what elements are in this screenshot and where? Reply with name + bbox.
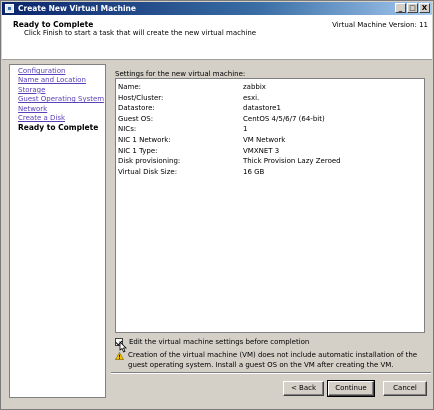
setting-key: NICs: xyxy=(118,125,137,134)
setting-value: 16 GB xyxy=(243,167,265,176)
setting-value: esxi. xyxy=(243,93,260,102)
settings-row: Name: zabbix xyxy=(118,82,422,93)
settings-row: NICs: 1 xyxy=(118,124,422,135)
setting-value: VM Network xyxy=(243,135,286,144)
app-icon xyxy=(5,4,14,13)
settings-panel: Settings for the new virtual machine: Na… xyxy=(111,64,429,371)
settings-row: Host/Cluster: esxi. xyxy=(118,93,422,104)
page-title: Ready to Complete xyxy=(13,20,94,29)
edit-settings-label[interactable]: Edit the virtual machine settings before… xyxy=(129,338,309,346)
settings-row: Virtual Disk Size: 16 GB xyxy=(118,167,422,178)
continue-button[interactable]: Continue xyxy=(327,380,375,397)
setting-value: 1 xyxy=(243,125,248,134)
title-bar-buttons: _ □ X xyxy=(395,3,430,13)
setting-key: Guest OS: xyxy=(118,114,154,123)
window-title: Create New Virtual Machine xyxy=(18,4,136,13)
warning-text: Creation of the virtual machine (VM) doe… xyxy=(128,351,418,369)
settings-row: NIC 1 Type: VMXNET 3 xyxy=(118,146,422,157)
settings-row: NIC 1 Network: VM Network xyxy=(118,135,422,146)
nav-item-create-disk[interactable]: Create a Disk xyxy=(18,114,105,123)
setting-key: NIC 1 Type: xyxy=(118,146,158,155)
warning-icon xyxy=(115,352,124,360)
minimize-button[interactable]: _ xyxy=(395,3,406,13)
setting-key: Host/Cluster: xyxy=(118,93,164,102)
setting-key: NIC 1 Network: xyxy=(118,135,171,144)
back-button[interactable]: < Back xyxy=(283,381,324,396)
settings-caption: Settings for the new virtual machine: xyxy=(115,70,246,78)
wizard-window: Create New Virtual Machine _ □ X Ready t… xyxy=(0,0,434,410)
setting-value: zabbix xyxy=(243,83,266,91)
setting-value: CentOS 4/5/6/7 (64-bit) xyxy=(243,114,325,123)
nav-item-configuration[interactable]: Configuration xyxy=(18,67,105,76)
nav-item-network[interactable]: Network xyxy=(18,105,105,114)
setting-key: Datastore: xyxy=(118,104,155,113)
wizard-header: Ready to Complete Click Finish to start … xyxy=(2,15,432,60)
footer-divider xyxy=(111,372,431,374)
setting-key: Disk provisioning: xyxy=(118,157,181,166)
nav-item-guest-os[interactable]: Guest Operating System xyxy=(18,95,105,104)
settings-row: Disk provisioning: Thick Provision Lazy Z… xyxy=(118,156,422,167)
wizard-steps-nav: Configuration Name and Location Storage … xyxy=(9,64,106,398)
edit-settings-option[interactable]: Edit the virtual machine settings before… xyxy=(115,337,309,346)
nav-item-storage[interactable]: Storage xyxy=(18,86,105,95)
setting-value: VMXNET 3 xyxy=(243,146,280,155)
setting-value: Thick Provision Lazy Zeroed xyxy=(243,157,341,166)
cancel-button[interactable]: Cancel xyxy=(383,381,427,396)
nav-item-ready-to-complete: Ready to Complete xyxy=(18,123,99,133)
nav-item-name-and-location[interactable]: Name and Location xyxy=(18,76,105,85)
setting-value: datastore1 xyxy=(243,104,281,113)
setting-key: Virtual Disk Size: xyxy=(118,167,178,176)
vm-version-label: Virtual Machine Version: 11 xyxy=(332,21,428,29)
settings-row: Datastore: datastore1 xyxy=(118,103,422,114)
settings-summary: Name: zabbix Host/Cluster: esxi. Datastore… xyxy=(115,78,425,333)
title-bar[interactable]: Create New Virtual Machine _ □ X xyxy=(2,2,432,15)
setting-key: Name: xyxy=(118,83,142,91)
maximize-button[interactable]: □ xyxy=(407,3,418,13)
close-button[interactable]: X xyxy=(419,3,430,13)
settings-row: Guest OS: CentOS 4/5/6/7 (64-bit) xyxy=(118,114,422,125)
page-subtitle: Click Finish to start a task that will c… xyxy=(24,29,257,37)
